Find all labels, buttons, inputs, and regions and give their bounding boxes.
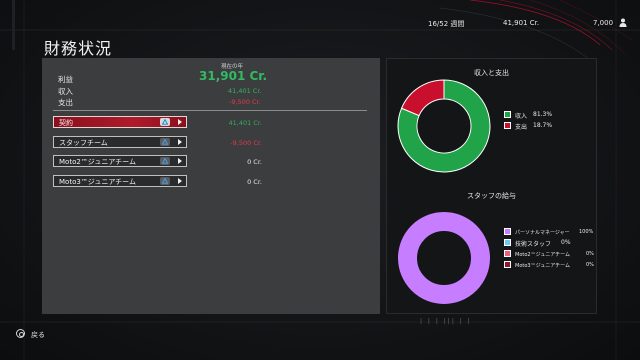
legend-value-moto2: 0% [586,251,594,257]
week-counter: 16/52 週間 [428,20,465,28]
legend-label-personal-manager: パーソナルマネージャー [515,230,570,236]
legend-swatch-moto3 [504,261,511,268]
back-button[interactable]: 戻る [31,330,45,340]
income-expense-donut-chart [397,79,491,173]
person-icon [619,18,627,27]
legend-label-technical-staff: 技術スタッフ [515,241,552,248]
profit-label: 利益 [58,75,73,84]
row-value-contracts: 41,401 Cr. [228,119,263,127]
row-label: Moto2™ジュニアチーム [59,158,136,166]
top-bar: 16/52 週間 41,901 Cr. 7,000 [0,0,640,34]
staff-salary-chart-title: スタッフの給与 [467,192,516,200]
legend-label-moto3: Moto3™ジュニアチーム [515,263,570,269]
triangle-button-icon [160,118,170,126]
legend-swatch-expense [504,122,511,129]
legend-value-moto3: 0% [586,262,594,268]
legend-label-income: 収入 [515,113,528,120]
summary-divider [53,110,367,111]
row-label: スタッフチーム [59,139,108,147]
triangle-button-icon [160,157,170,165]
staff-salary-donut-chart [398,212,490,304]
row-moto3-junior-team[interactable]: Moto3™ジュニアチーム [53,175,187,187]
legend-swatch-technical-staff [504,239,511,246]
legend-value-personal-manager: 100% [579,229,594,235]
legend-value-income: 81.3% [533,111,553,118]
legend-swatch-income [504,111,511,118]
circle-button-icon[interactable] [16,329,25,338]
fans-count: 7,000 [593,19,614,27]
income-expense-chart-title: 収入と支出 [474,69,509,77]
row-value-moto2: 0 Cr. [247,158,262,166]
income-value: 41,401 Cr. [228,87,262,95]
legend-swatch-moto2 [504,250,511,257]
donut-slice-パーソナルマネージャー [398,212,490,304]
expense-label: 支出 [58,98,73,107]
donut-slice-支出 [400,79,445,117]
row-staff-team[interactable]: スタッフチーム [53,136,187,148]
legend-swatch-personal-manager [504,228,511,235]
legend-label-expense: 支出 [515,124,528,131]
legend-label-moto2: Moto2™ジュニアチーム [515,252,570,258]
row-label: Moto3™ジュニアチーム [59,178,136,186]
bottom-decoration-ticks: | | | ||| | | [420,318,472,325]
row-label: 契約 [59,119,73,127]
triangle-button-icon [160,177,170,185]
page-title: 財務状況 [44,39,113,58]
credits-balance: 41,901 Cr. [503,19,540,27]
profit-value: 31,901 Cr. [199,69,268,83]
row-moto2-junior-team[interactable]: Moto2™ジュニアチーム [53,155,187,167]
legend-value-technical-staff: 0% [561,239,571,246]
expense-value: -9,500 Cr. [229,98,261,106]
row-value-staff-team: -9,500 Cr. [230,139,262,147]
finance-screen: 16/52 週間 41,901 Cr. 7,000 財務状況 現在の年 利益 3… [0,0,640,360]
legend-value-expense: 18.7% [533,122,553,129]
triangle-button-icon [160,138,170,146]
row-value-moto3: 0 Cr. [247,178,262,186]
row-contracts[interactable]: 契約 [53,116,187,128]
income-label: 収入 [58,87,73,96]
